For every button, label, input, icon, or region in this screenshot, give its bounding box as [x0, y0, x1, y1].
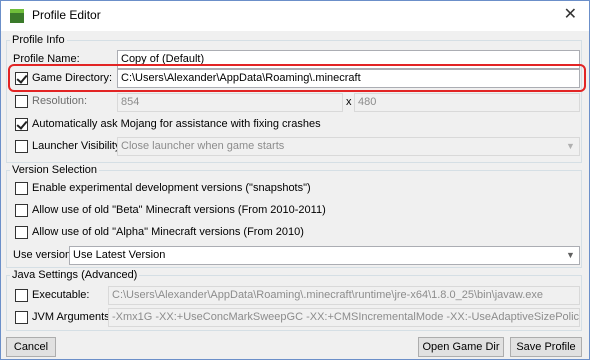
beta-versions-checkbox[interactable] [15, 204, 28, 217]
resolution-width-input[interactable]: 854 [117, 93, 343, 112]
java-settings-legend: Java Settings (Advanced) [10, 269, 140, 281]
open-game-dir-button[interactable]: Open Game Dir [418, 337, 504, 357]
alpha-versions-checkbox[interactable] [15, 226, 28, 239]
chevron-down-icon: ▼ [566, 141, 575, 151]
version-selection-legend: Version Selection [10, 164, 99, 176]
minecraft-grass-block-icon [10, 9, 24, 23]
jvm-arguments-input[interactable]: -Xmx1G -XX:+UseConcMarkSweepGC -XX:+CMSI… [108, 308, 580, 327]
executable-checkbox[interactable] [15, 289, 28, 302]
use-version-value: Use Latest Version [73, 249, 166, 261]
launcher-visibility-label: Launcher Visibility: [32, 140, 124, 152]
resolution-height-input[interactable]: 480 [354, 93, 580, 112]
snapshots-checkbox[interactable] [15, 182, 28, 195]
chevron-down-icon: ▼ [566, 250, 575, 260]
cancel-button[interactable]: Cancel [6, 337, 56, 357]
executable-label: Executable: [32, 289, 90, 301]
profile-info-legend: Profile Info [10, 34, 67, 46]
title-bar: Profile Editor ✕ [1, 1, 589, 31]
jvm-arguments-checkbox[interactable] [15, 311, 28, 324]
use-version-label: Use version: [13, 249, 75, 261]
beta-versions-label: Allow use of old "Beta" Minecraft versio… [32, 204, 326, 216]
launcher-visibility-checkbox[interactable] [15, 140, 28, 153]
window-title: Profile Editor [32, 8, 101, 22]
auto-assist-label: Automatically ask Mojang for assistance … [32, 118, 321, 130]
save-profile-button[interactable]: Save Profile [510, 337, 582, 357]
resolution-label: Resolution: [32, 95, 88, 107]
resolution-checkbox[interactable] [15, 95, 28, 108]
snapshots-label: Enable experimental development versions… [32, 182, 311, 194]
auto-assist-checkbox[interactable] [15, 118, 28, 131]
use-version-select[interactable]: Use Latest Version ▼ [69, 246, 580, 265]
launcher-visibility-value: Close launcher when game starts [121, 140, 285, 152]
close-icon[interactable]: ✕ [564, 6, 577, 24]
game-directory-highlight [8, 64, 586, 92]
resolution-x-separator: x [346, 96, 352, 108]
alpha-versions-label: Allow use of old "Alpha" Minecraft versi… [32, 226, 304, 238]
executable-input[interactable]: C:\Users\Alexander\AppData\Roaming\.mine… [108, 286, 580, 305]
launcher-visibility-select[interactable]: Close launcher when game starts ▼ [117, 137, 580, 156]
jvm-arguments-label: JVM Arguments: [32, 311, 113, 323]
profile-editor-window: Profile Editor ✕ Profile Info Profile Na… [0, 0, 590, 360]
